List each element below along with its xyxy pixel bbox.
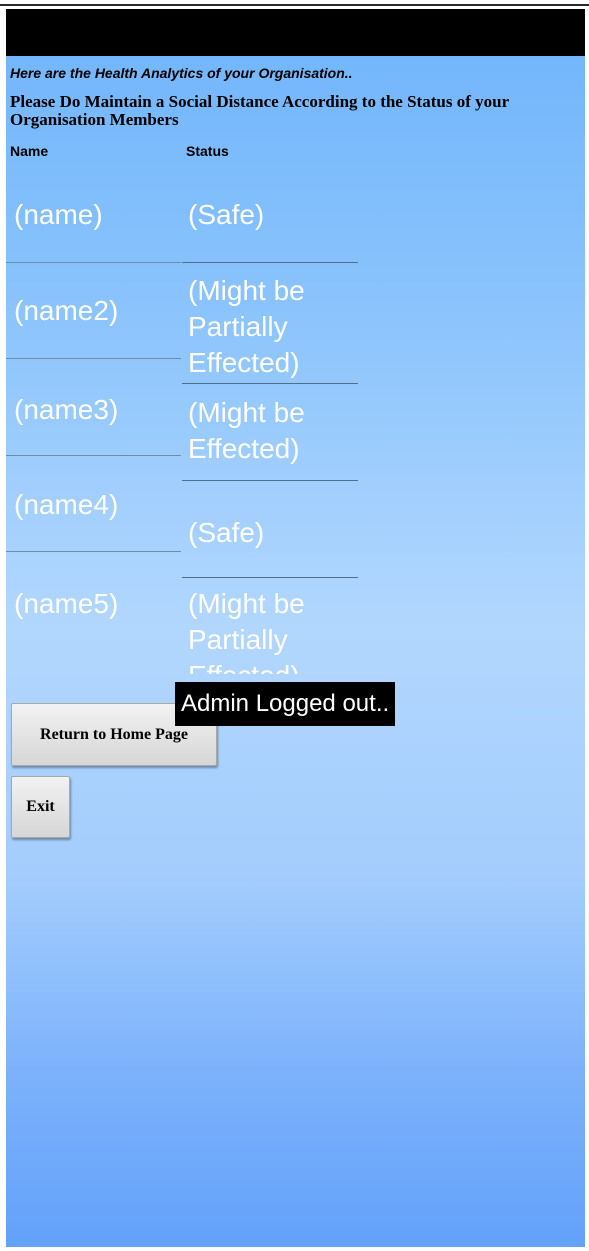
notice-text: Please Do Maintain a Social Distance Acc… (10, 92, 509, 129)
exit-button[interactable]: Exit (11, 776, 70, 838)
intro-text: Here are the Health Analytics of your Or… (10, 65, 353, 81)
status-field-underline (182, 480, 358, 481)
status-field-underline (182, 383, 358, 384)
status-field-underline (182, 577, 358, 578)
top-border (0, 4, 589, 6)
name-field-underline (6, 262, 181, 263)
name-field-underline (6, 551, 181, 552)
member-status: (Might be Partially Effected) (188, 275, 305, 378)
column-header-status: Status (186, 143, 229, 159)
member-status: (Safe) (188, 199, 265, 230)
member-status: (Safe) (188, 517, 265, 548)
member-name: (name) (14, 199, 103, 230)
column-header-name: Name (10, 143, 49, 159)
member-list[interactable]: (name) (Safe) (name2) (Might be Partiall… (6, 159, 585, 674)
status-bar (6, 9, 585, 56)
member-status: (Might be Effected) (188, 397, 305, 464)
screen-frame: Here are the Health Analytics of your Or… (0, 0, 589, 1251)
name-field-underline (6, 358, 181, 359)
member-name: (name3) (14, 394, 119, 425)
name-field-underline (6, 455, 181, 456)
member-name: (name2) (14, 295, 119, 326)
status-field-underline (182, 262, 358, 263)
toast-message: Admin Logged out.. (175, 682, 396, 726)
app-window: Here are the Health Analytics of your Or… (6, 9, 585, 1247)
member-status: (Might be Partially Effected) (188, 588, 305, 674)
member-name: (name5) (14, 588, 119, 619)
member-name: (name4) (14, 489, 119, 520)
